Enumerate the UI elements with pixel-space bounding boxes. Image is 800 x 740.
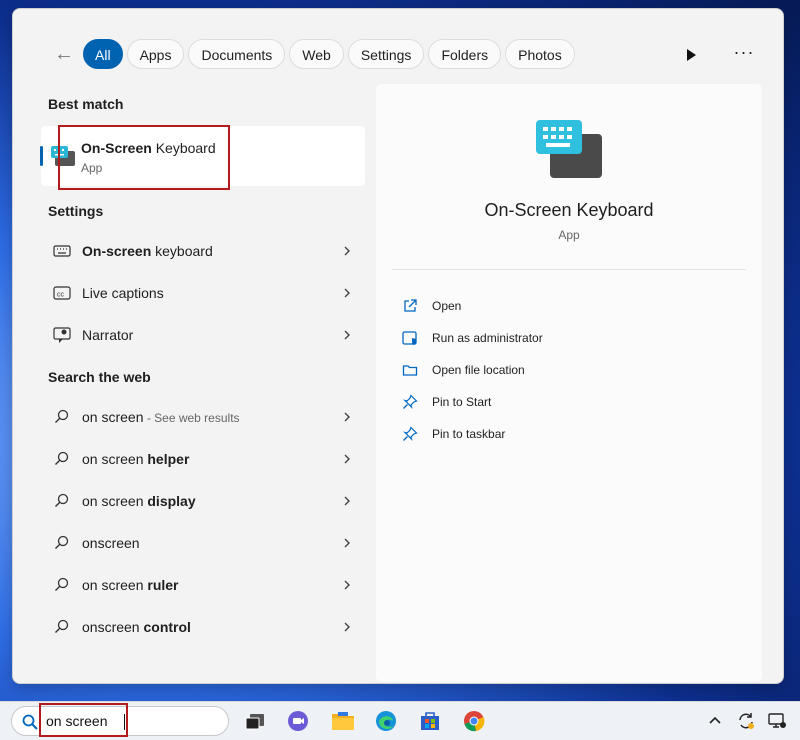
- web-result-label: on screen helper: [82, 451, 190, 467]
- display-icon[interactable]: [767, 711, 787, 731]
- section-best-match: Best match: [48, 96, 124, 112]
- action-open[interactable]: Open: [402, 295, 702, 319]
- narrator-icon: [53, 327, 71, 343]
- web-result-label: on screen - See web results: [82, 409, 240, 425]
- tab-folders[interactable]: Folders: [428, 39, 502, 69]
- section-search-web: Search the web: [48, 369, 151, 385]
- captions-icon: cc: [53, 286, 71, 300]
- play-icon[interactable]: [681, 45, 701, 65]
- chrome-browser-icon[interactable]: [461, 708, 487, 734]
- keyboard-icon: [53, 245, 71, 257]
- settings-item-onscreen-keyboard[interactable]: On-screen keyboard: [41, 233, 365, 269]
- chevron-right-icon: [344, 622, 350, 632]
- details-pane: On-Screen Keyboard App Open Run as admin…: [376, 84, 762, 682]
- web-result-item[interactable]: on screen helper: [41, 441, 365, 477]
- search-icon: [55, 493, 69, 507]
- chevron-right-icon: [344, 580, 350, 590]
- edge-browser-icon[interactable]: [373, 708, 399, 734]
- search-icon: [55, 409, 69, 423]
- tab-settings[interactable]: Settings: [347, 39, 425, 69]
- task-view-icon[interactable]: [242, 708, 268, 734]
- action-label: Pin to taskbar: [432, 427, 506, 441]
- search-icon: [55, 535, 69, 549]
- action-pin-to-start[interactable]: Pin to Start: [402, 391, 702, 415]
- tab-photos[interactable]: Photos: [505, 39, 575, 69]
- chevron-right-icon: [344, 330, 350, 340]
- web-result-item[interactable]: on screen ruler: [41, 567, 365, 603]
- filter-tabs: All Apps Documents Web Settings Folders …: [83, 39, 575, 69]
- action-label: Run as administrator: [432, 331, 543, 345]
- chevron-right-icon: [344, 246, 350, 256]
- keyboard-app-large-icon: [536, 120, 602, 178]
- search-icon: [55, 451, 69, 465]
- web-result-item[interactable]: onscreen: [41, 525, 365, 561]
- search-icon: [55, 619, 69, 633]
- search-icon: [55, 577, 69, 591]
- settings-item-label: Narrator: [82, 327, 134, 343]
- chevron-right-icon: [344, 454, 350, 464]
- file-explorer-icon[interactable]: [330, 708, 356, 734]
- web-result-label: on screen ruler: [82, 577, 179, 593]
- action-pin-to-taskbar[interactable]: Pin to taskbar: [402, 423, 702, 447]
- search-flyout: ← All Apps Documents Web Settings Folder…: [12, 8, 784, 684]
- web-result-label: on screen display: [82, 493, 196, 509]
- chevron-right-icon: [344, 412, 350, 422]
- web-result-item[interactable]: on screen display: [41, 483, 365, 519]
- chevron-right-icon: [344, 538, 350, 548]
- highlight-box-search: [39, 703, 128, 737]
- teams-chat-icon[interactable]: [285, 708, 311, 734]
- sync-icon[interactable]: [736, 711, 756, 731]
- chevron-right-icon: [344, 496, 350, 506]
- open-icon: [404, 299, 417, 312]
- settings-item-label: Live captions: [82, 285, 164, 301]
- web-result-item[interactable]: onscreen control: [41, 609, 365, 645]
- settings-item-label: On-screen keyboard: [82, 243, 213, 259]
- settings-item-narrator[interactable]: Narrator: [41, 317, 365, 353]
- action-run-as-administrator[interactable]: Run as administrator: [402, 327, 702, 351]
- action-open-file-location[interactable]: Open file location: [402, 359, 702, 383]
- tab-web[interactable]: Web: [289, 39, 344, 69]
- divider: [392, 269, 746, 270]
- chevron-right-icon: [344, 288, 350, 298]
- folder-icon: [402, 365, 418, 376]
- tab-all[interactable]: All: [83, 39, 123, 69]
- action-label: Open: [432, 299, 462, 313]
- highlight-box-best-match: [58, 125, 230, 190]
- tab-apps[interactable]: Apps: [126, 39, 185, 69]
- tab-documents[interactable]: Documents: [188, 39, 286, 69]
- more-options-icon[interactable]: ···: [732, 39, 756, 69]
- section-settings: Settings: [48, 203, 104, 219]
- chevron-up-icon[interactable]: [705, 711, 725, 731]
- web-result-label: onscreen: [82, 535, 140, 551]
- selection-accent: [40, 146, 43, 166]
- pin-icon: [403, 394, 418, 409]
- web-result-item[interactable]: on screen - See web results: [41, 399, 365, 435]
- web-result-label: onscreen control: [82, 619, 191, 635]
- pin-icon: [403, 426, 418, 441]
- back-arrow-icon[interactable]: ←: [51, 41, 77, 67]
- details-title: On-Screen Keyboard: [484, 200, 654, 220]
- action-label: Open file location: [432, 363, 525, 377]
- admin-shield-icon: [402, 331, 417, 345]
- settings-item-live-captions[interactable]: cc Live captions: [41, 275, 365, 311]
- action-label: Pin to Start: [432, 395, 492, 409]
- svg-text:cc: cc: [57, 292, 65, 299]
- microsoft-store-icon[interactable]: [417, 708, 443, 734]
- search-icon: [22, 714, 38, 730]
- details-subtitle: App: [558, 228, 580, 242]
